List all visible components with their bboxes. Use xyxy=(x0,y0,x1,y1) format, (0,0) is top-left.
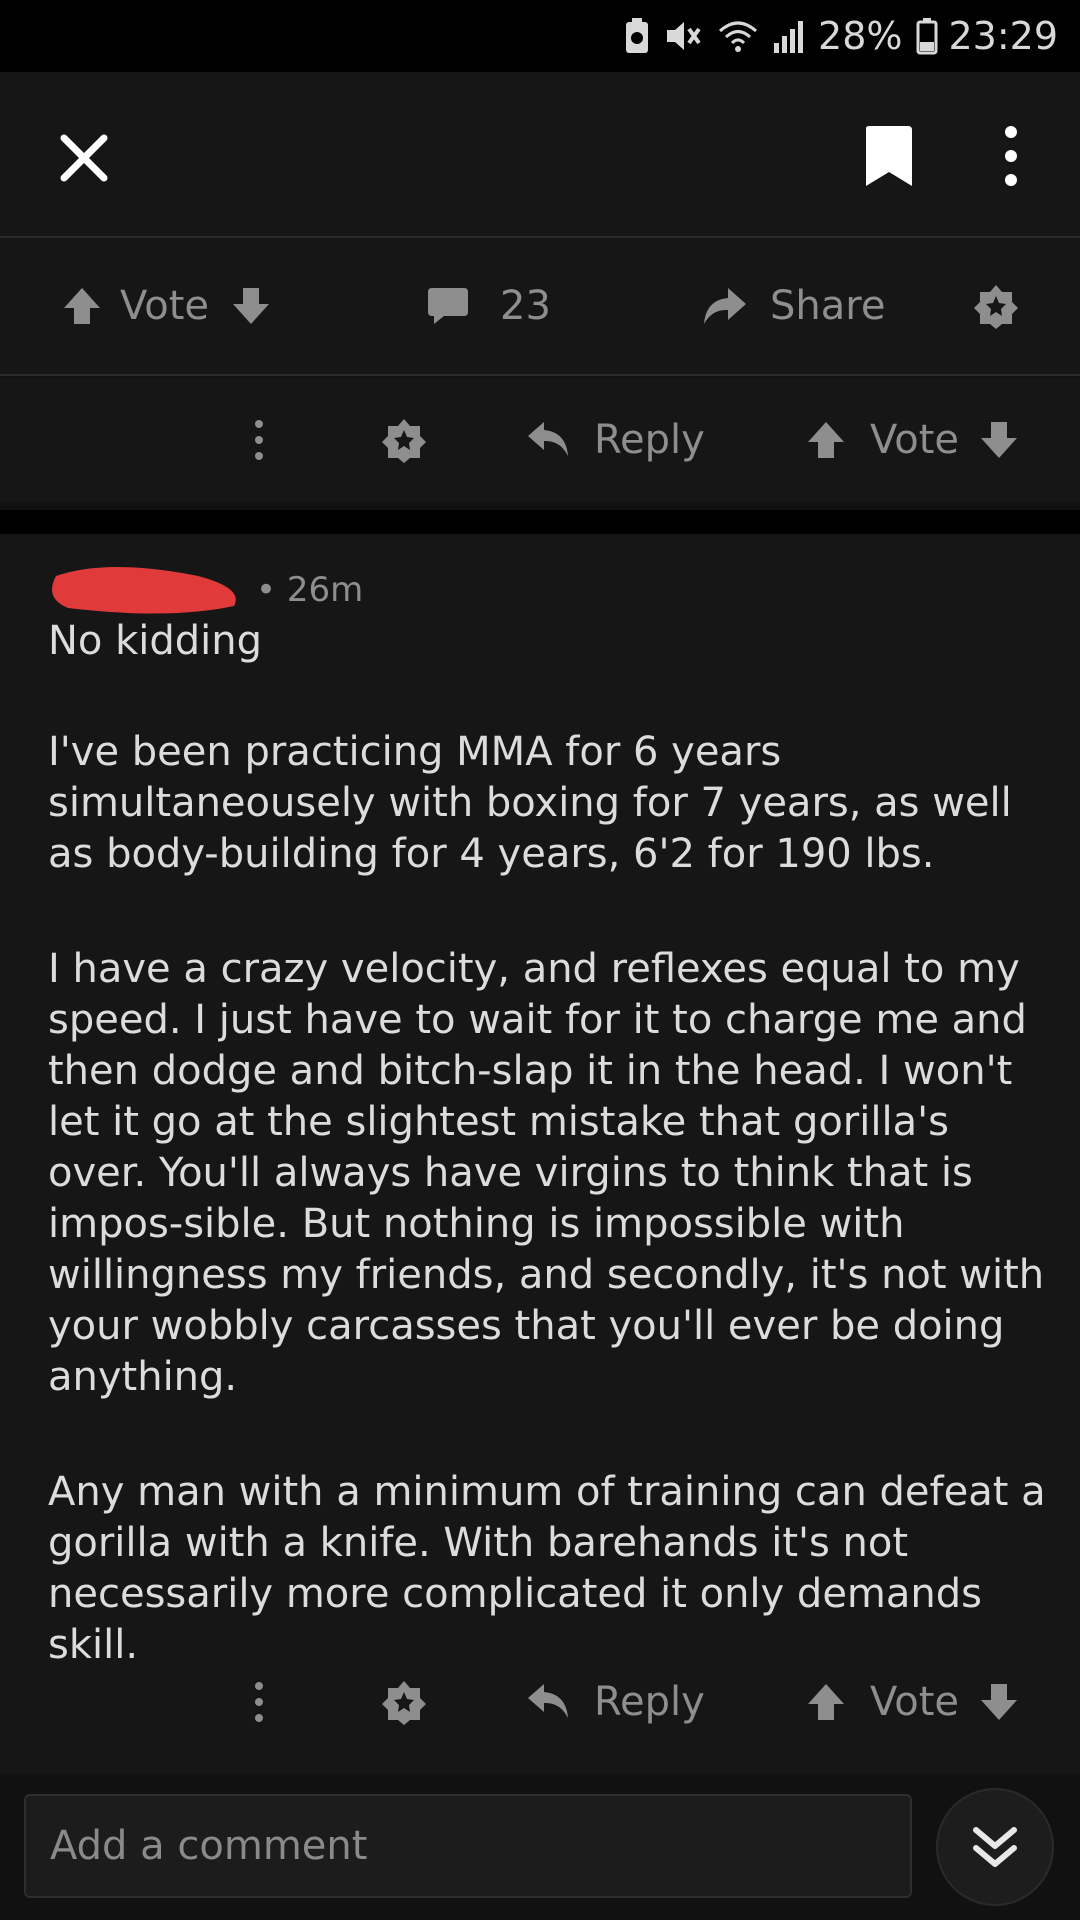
post-vote-label: Vote xyxy=(120,283,210,329)
battery-percent: 28% xyxy=(818,14,903,58)
upvote-icon[interactable] xyxy=(804,418,848,462)
battery-icon xyxy=(916,17,938,55)
post-action-bar: Vote 23 Share xyxy=(0,238,1080,376)
comment-paragraph: I have a crazy velocity, and reflexes eq… xyxy=(48,946,1045,1400)
share-button[interactable]: Share xyxy=(700,238,885,374)
close-icon[interactable] xyxy=(54,128,114,188)
double-chevron-down-icon xyxy=(970,1822,1020,1872)
comment-count: 23 xyxy=(500,283,551,329)
reply-button[interactable]: Reply xyxy=(526,1640,705,1764)
reply-label: Reply xyxy=(594,417,705,463)
more-vertical-icon[interactable] xyxy=(996,122,1026,190)
more-vertical-icon[interactable] xyxy=(244,378,274,502)
downvote-icon[interactable] xyxy=(229,284,273,328)
comment-actions: Reply Vote xyxy=(0,1640,1080,1764)
parent-comment-actions: Reply Vote xyxy=(0,378,1080,502)
redacted-username xyxy=(48,562,248,618)
comment: • 26m No kidding I've been practicing MM… xyxy=(0,534,1080,1774)
mute-icon xyxy=(664,17,704,55)
wifi-icon xyxy=(718,17,758,55)
divider xyxy=(0,510,1080,534)
status-bar: 28% 23:29 xyxy=(0,0,1080,72)
downvote-icon[interactable] xyxy=(977,1680,1021,1724)
comment-vote: Vote xyxy=(804,378,1021,502)
top-nav xyxy=(0,72,1080,238)
vote-label: Vote xyxy=(870,1679,960,1725)
reply-label: Reply xyxy=(594,1679,705,1725)
comment-age: • 26m xyxy=(256,570,364,610)
more-vertical-icon[interactable] xyxy=(244,1640,274,1764)
share-icon xyxy=(700,284,748,328)
reply-icon xyxy=(526,418,572,462)
vote-label: Vote xyxy=(870,417,960,463)
upvote-icon[interactable] xyxy=(60,284,104,328)
battery-saver-icon xyxy=(624,17,650,55)
reply-icon xyxy=(526,1680,572,1724)
reply-button[interactable]: Reply xyxy=(526,378,705,502)
award-icon[interactable] xyxy=(380,378,428,502)
comment-body: No kidding I've been practicing MMA for … xyxy=(48,616,1048,1735)
share-label: Share xyxy=(770,283,886,329)
bookmark-icon[interactable] xyxy=(862,124,916,188)
clock: 23:29 xyxy=(948,14,1058,58)
signal-icon xyxy=(772,17,808,55)
comment-icon xyxy=(426,284,470,328)
post-vote: Vote xyxy=(60,238,273,374)
add-comment-input[interactable] xyxy=(24,1794,912,1898)
downvote-icon[interactable] xyxy=(977,418,1021,462)
award-icon[interactable] xyxy=(380,1640,428,1764)
comments-count-button[interactable]: 23 xyxy=(426,238,551,374)
collapse-button[interactable] xyxy=(936,1788,1054,1906)
comment-composer xyxy=(0,1774,1080,1920)
award-icon[interactable] xyxy=(972,238,1020,374)
comment-paragraph: I've been practicing MMA for 6 years sim… xyxy=(48,729,1012,877)
upvote-icon[interactable] xyxy=(804,1680,848,1724)
comment-vote: Vote xyxy=(804,1640,1021,1764)
comment-paragraph: No kidding xyxy=(48,618,263,664)
comment-meta: • 26m xyxy=(48,560,363,620)
